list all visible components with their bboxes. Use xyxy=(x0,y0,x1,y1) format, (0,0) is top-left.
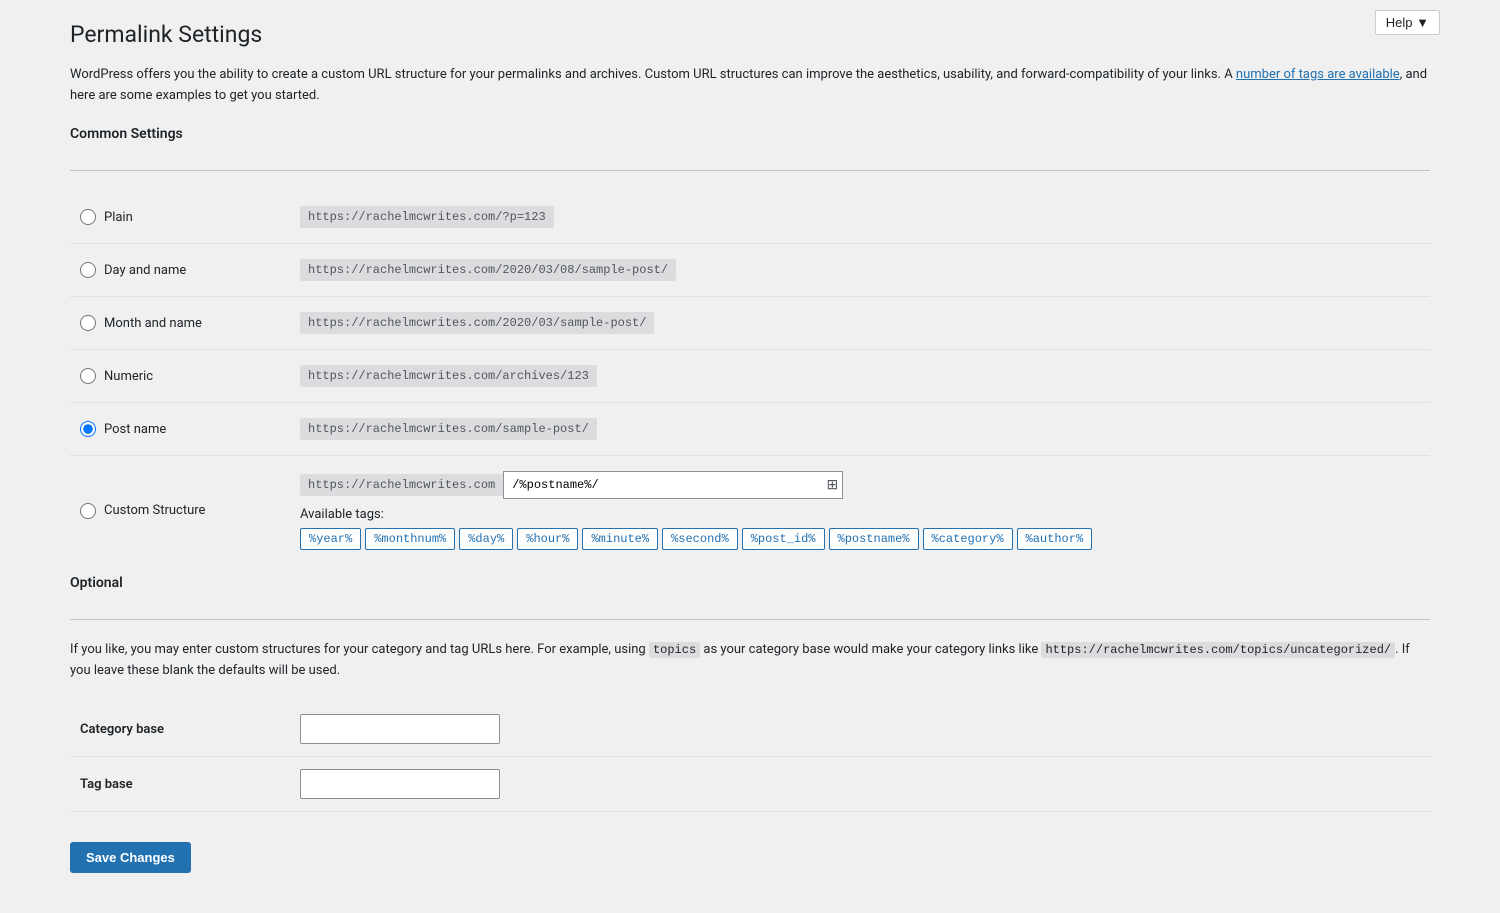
plain-url: https://rachelmcwrites.com/?p=123 xyxy=(300,206,554,228)
post-name-radio[interactable] xyxy=(80,421,96,437)
table-row: Post name https://rachelmcwrites.com/sam… xyxy=(70,403,1430,456)
month-name-radio[interactable] xyxy=(80,315,96,331)
page-wrap: Help ▼ Permalink Settings WordPress offe… xyxy=(50,0,1450,913)
numeric-radio[interactable] xyxy=(80,368,96,384)
custom-structure-radio-label[interactable]: Custom Structure xyxy=(80,503,280,519)
optional-table: Category base Tag base xyxy=(70,702,1430,812)
tag-minute[interactable]: %minute% xyxy=(582,528,658,550)
custom-structure-input[interactable] xyxy=(503,471,843,499)
common-settings-heading: Common Settings xyxy=(70,126,1430,150)
table-row: Numeric https://rachelmcwrites.com/archi… xyxy=(70,350,1430,403)
common-settings-table: Plain https://rachelmcwrites.com/?p=123 … xyxy=(70,191,1430,565)
tag-post-id[interactable]: %post_id% xyxy=(742,528,825,550)
custom-structure-label: Custom Structure xyxy=(104,503,205,518)
available-tags-label: Available tags: xyxy=(300,507,1420,522)
tag-author[interactable]: %author% xyxy=(1017,528,1093,550)
browse-icon[interactable]: ⊞ xyxy=(827,477,839,493)
topics-code: topics xyxy=(649,642,700,658)
post-name-url: https://rachelmcwrites.com/sample-post/ xyxy=(300,418,597,440)
month-name-label: Month and name xyxy=(104,316,202,331)
intro-text-before: WordPress offers you the ability to crea… xyxy=(70,67,1236,82)
numeric-radio-label[interactable]: Numeric xyxy=(80,368,280,384)
custom-input-wrap: ⊞ xyxy=(503,471,843,499)
day-name-radio-label[interactable]: Day and name xyxy=(80,262,280,278)
tag-postname[interactable]: %postname% xyxy=(829,528,919,550)
optional-description: If you like, you may enter custom struct… xyxy=(70,640,1430,682)
month-name-radio-label[interactable]: Month and name xyxy=(80,315,280,331)
tag-monthnum[interactable]: %monthnum% xyxy=(365,528,455,550)
plain-radio-label[interactable]: Plain xyxy=(80,209,280,225)
page-title: Permalink Settings xyxy=(70,20,1430,50)
day-name-label: Day and name xyxy=(104,263,186,278)
tag-hour[interactable]: %hour% xyxy=(517,528,578,550)
table-row: Month and name https://rachelmcwrites.co… xyxy=(70,297,1430,350)
plain-label: Plain xyxy=(104,210,133,225)
plain-radio[interactable] xyxy=(80,209,96,225)
intro-paragraph: WordPress offers you the ability to crea… xyxy=(70,65,1430,107)
category-base-input[interactable] xyxy=(300,714,500,744)
help-button[interactable]: Help ▼ xyxy=(1375,10,1440,35)
tags-list: %year% %monthnum% %day% %hour% %minute% … xyxy=(300,528,1420,550)
table-row: Category base xyxy=(70,702,1430,757)
custom-structure-radio[interactable] xyxy=(80,503,96,519)
tag-year[interactable]: %year% xyxy=(300,528,361,550)
numeric-label: Numeric xyxy=(104,369,153,384)
category-base-label: Category base xyxy=(70,702,290,757)
save-changes-button[interactable]: Save Changes xyxy=(70,842,191,873)
tag-base-input[interactable] xyxy=(300,769,500,799)
tag-category[interactable]: %category% xyxy=(923,528,1013,550)
tag-base-label: Tag base xyxy=(70,757,290,812)
optional-divider xyxy=(70,619,1430,620)
tags-available-link[interactable]: number of tags are available xyxy=(1236,67,1400,82)
table-row: Tag base xyxy=(70,757,1430,812)
day-name-url: https://rachelmcwrites.com/2020/03/08/sa… xyxy=(300,259,676,281)
post-name-label: Post name xyxy=(104,422,166,437)
tag-second[interactable]: %second% xyxy=(662,528,738,550)
optional-heading: Optional xyxy=(70,575,1430,599)
post-name-radio-label[interactable]: Post name xyxy=(80,421,280,437)
numeric-url: https://rachelmcwrites.com/archives/123 xyxy=(300,365,597,387)
table-row: Day and name https://rachelmcwrites.com/… xyxy=(70,244,1430,297)
table-row: Custom Structure https://rachelmcwrites.… xyxy=(70,456,1430,566)
optional-desc-before: If you like, you may enter custom struct… xyxy=(70,642,649,657)
day-name-radio[interactable] xyxy=(80,262,96,278)
tag-day[interactable]: %day% xyxy=(459,528,513,550)
optional-desc-between: as your category base would make your ca… xyxy=(700,642,1041,657)
available-tags-section: Available tags: %year% %monthnum% %day% … xyxy=(300,507,1420,550)
month-name-url: https://rachelmcwrites.com/2020/03/sampl… xyxy=(300,312,654,334)
table-row: Plain https://rachelmcwrites.com/?p=123 xyxy=(70,191,1430,244)
section-divider xyxy=(70,170,1430,171)
example-url-code: https://rachelmcwrites.com/topics/uncate… xyxy=(1041,642,1395,658)
custom-structure-row: https://rachelmcwrites.com ⊞ xyxy=(300,471,1420,499)
optional-section: Optional If you like, you may enter cust… xyxy=(70,575,1430,812)
custom-base-url: https://rachelmcwrites.com xyxy=(300,474,503,496)
